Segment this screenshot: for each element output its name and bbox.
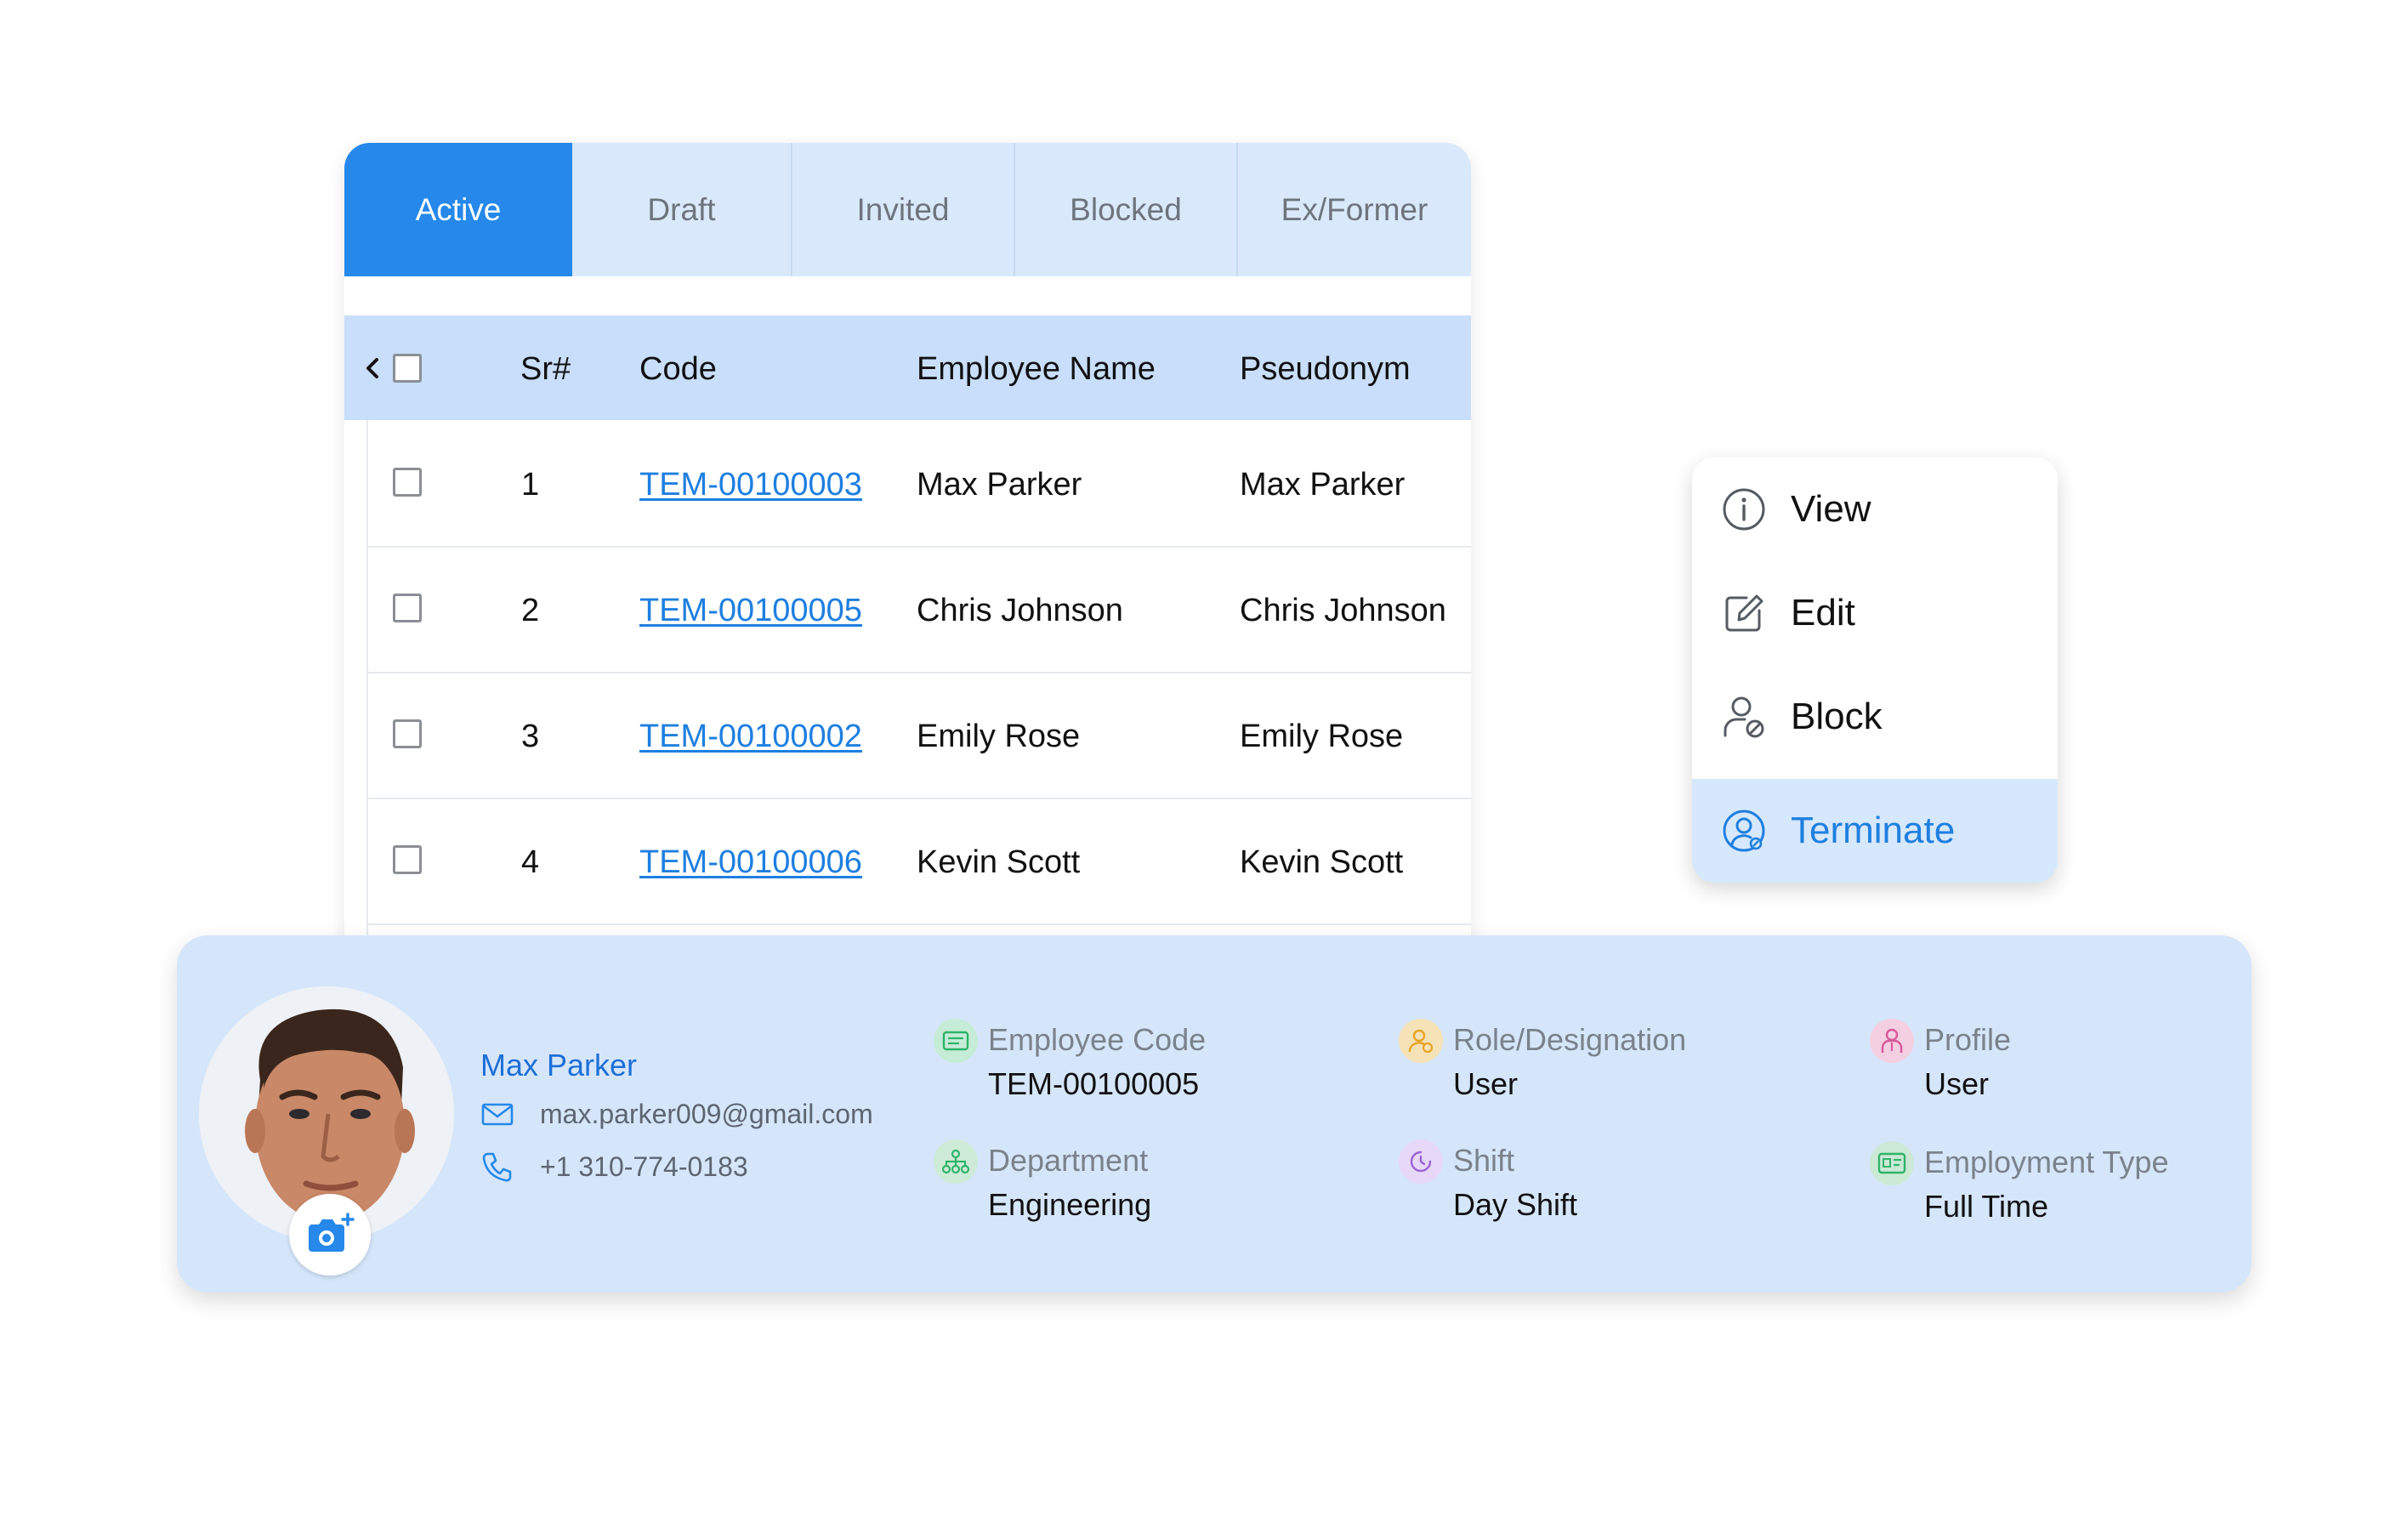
tab-ex-former[interactable]: Ex/Former — [1238, 143, 1471, 276]
tab-blocked[interactable]: Blocked — [1015, 143, 1238, 276]
shift-clock-icon — [1399, 1139, 1443, 1184]
status-tabs: Active Draft Invited Blocked Ex/Former — [344, 143, 1471, 276]
employee-code-link[interactable]: TEM-00100005 — [639, 594, 862, 627]
menu-label-edit: Edit — [1791, 592, 1855, 634]
column-header-employee-name[interactable]: Employee Name — [917, 353, 1156, 385]
profile-name: Max Parker — [480, 1048, 638, 1082]
employee-code-link[interactable]: TEM-00100003 — [639, 469, 862, 501]
column-header-pseudonym[interactable]: Pseudonym — [1240, 353, 1411, 385]
table-row[interactable]: 1 TEM-00100003 Max Parker Max Parker — [368, 420, 1471, 548]
role-value: User — [1453, 1066, 1519, 1101]
row-sr: 1 — [521, 467, 540, 503]
block-user-icon — [1724, 696, 1764, 738]
employee-code-label: Employee Code — [988, 1022, 1207, 1057]
department-value: Engineering — [988, 1187, 1152, 1222]
menu-item-edit[interactable]: Edit — [1692, 561, 2058, 665]
column-header-code[interactable]: Code — [639, 353, 717, 385]
employee-name: Max Parker — [917, 467, 1082, 503]
camera-add-icon — [309, 1213, 355, 1252]
tab-active[interactable]: Active — [344, 143, 572, 276]
id-card-icon — [934, 1019, 978, 1063]
phone-icon — [482, 1152, 512, 1182]
profile-phone-text: +1 310-774-0183 — [540, 1151, 748, 1182]
table-row[interactable]: 3 TEM-00100002 Emily Rose Emily Rose — [368, 672, 1471, 799]
row-action-menu: View Edit Block Terminate — [1692, 457, 2058, 883]
employee-name: Chris Johnson — [917, 593, 1123, 628]
employee-name: Emily Rose — [917, 719, 1081, 754]
mail-icon — [481, 1103, 514, 1126]
employee-code-value: TEM-00100005 — [988, 1066, 1200, 1101]
chevron-left-icon[interactable] — [360, 355, 385, 381]
employee-pseudonym: Emily Rose — [1240, 719, 1404, 754]
table-row[interactable]: 4 TEM-00100006 Kevin Scott Kevin Scott — [368, 798, 1471, 925]
employee-pseudonym: Chris Johnson — [1240, 593, 1446, 628]
profile-phone: +1 310-774-0183 — [480, 1150, 748, 1184]
profile-label: Profile — [1924, 1022, 2012, 1057]
role-label: Role/Designation — [1453, 1022, 1687, 1057]
employee-pseudonym: Kevin Scott — [1240, 844, 1404, 880]
column-header-sr[interactable]: Sr# — [520, 353, 571, 385]
row-sr: 4 — [521, 844, 540, 880]
menu-label-block: Block — [1791, 696, 1883, 737]
shift-label: Shift — [1453, 1143, 1515, 1178]
row-sr: 2 — [521, 593, 540, 628]
employee-profile-card: Max Parker max.parker009@gmail.com +1 31… — [177, 935, 2252, 1293]
tab-invited[interactable]: Invited — [792, 143, 1015, 276]
row-checkbox[interactable] — [393, 719, 422, 748]
profile-email: max.parker009@gmail.com — [480, 1097, 873, 1131]
terminate-user-icon — [1723, 810, 1765, 852]
employment-type-value: Full Time — [1924, 1189, 2049, 1224]
employee-code-link[interactable]: TEM-00100006 — [639, 846, 862, 878]
menu-item-block[interactable]: Block — [1692, 665, 2058, 769]
menu-item-view[interactable]: View — [1692, 457, 2058, 561]
row-sr: 3 — [521, 719, 540, 754]
shift-value: Day Shift — [1453, 1187, 1578, 1222]
row-checkbox[interactable] — [393, 468, 422, 497]
profile-email-text: max.parker009@gmail.com — [540, 1098, 873, 1129]
menu-label-terminate: Terminate — [1791, 810, 1956, 851]
employment-type-label: Employment Type — [1924, 1145, 2169, 1179]
department-label: Department — [988, 1143, 1149, 1178]
edit-icon — [1725, 594, 1763, 632]
employee-table-panel: Active Draft Invited Blocked Ex/Former S… — [344, 143, 1471, 959]
profile-value: User — [1924, 1066, 1990, 1101]
employee-code-link[interactable]: TEM-00100002 — [639, 720, 862, 753]
row-checkbox[interactable] — [393, 845, 422, 874]
menu-label-view: View — [1791, 488, 1871, 530]
department-tree-icon — [934, 1139, 978, 1184]
select-all-checkbox[interactable] — [393, 354, 422, 383]
tab-draft[interactable]: Draft — [572, 143, 792, 276]
employee-name: Kevin Scott — [917, 844, 1081, 880]
employment-card-icon — [1870, 1141, 1914, 1185]
role-user-icon — [1399, 1019, 1443, 1063]
row-checkbox[interactable] — [393, 594, 422, 622]
info-icon — [1723, 488, 1765, 531]
upload-photo-button[interactable] — [289, 1194, 371, 1276]
table-row[interactable]: 2 TEM-00100005 Chris Johnson Chris Johns… — [368, 546, 1471, 673]
menu-item-terminate[interactable]: Terminate — [1692, 779, 2058, 883]
employee-pseudonym: Max Parker — [1240, 467, 1406, 503]
profile-person-icon — [1870, 1019, 1914, 1063]
table-header: Sr# Code Employee Name Pseudonym — [344, 315, 1471, 420]
